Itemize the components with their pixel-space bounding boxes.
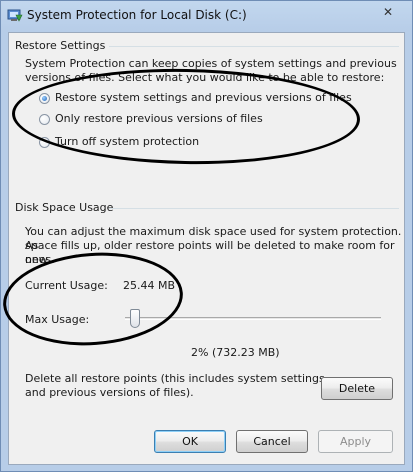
ok-button[interactable]: OK	[154, 430, 226, 453]
current-usage-value: 25.44 MB	[123, 279, 176, 292]
disk-space-description-line3: ones.	[25, 253, 55, 266]
dialog-body: Restore Settings System Protection can k…	[0, 32, 405, 465]
restore-option-system-and-files-label[interactable]: Restore system settings and previous ver…	[55, 91, 352, 105]
restore-settings-description-line1: System Protection can keep copies of sys…	[25, 57, 397, 70]
max-usage-readout: 2% (732.23 MB)	[191, 346, 280, 359]
restore-option-files-only-label[interactable]: Only restore previous versions of files	[55, 112, 263, 126]
delete-button[interactable]: Delete	[321, 377, 393, 400]
delete-description-line2: and previous versions of files).	[25, 386, 194, 399]
apply-button[interactable]: Apply	[318, 430, 393, 453]
disk-space-divider	[109, 208, 399, 209]
disk-space-heading: Disk Space Usage	[15, 201, 114, 214]
restore-option-files-only-radio[interactable]	[39, 114, 50, 125]
delete-description-line1: Delete all restore points (this includes…	[25, 372, 325, 385]
restore-option-turn-off-radio[interactable]	[39, 137, 50, 148]
disk-space-description-line2: space fills up, older restore points wil…	[25, 239, 395, 266]
cancel-button[interactable]: Cancel	[236, 430, 308, 453]
system-protection-icon	[7, 9, 23, 22]
max-usage-slider-track[interactable]	[125, 317, 381, 320]
restore-settings-description-line2: versions of files. Select what you would…	[25, 71, 385, 84]
system-protection-dialog: System Protection for Local Disk (C:) ✕ …	[0, 0, 413, 472]
restore-settings-divider	[109, 46, 399, 47]
close-button[interactable]: ✕	[378, 4, 398, 20]
restore-option-system-and-files-radio[interactable]	[39, 93, 50, 104]
restore-settings-heading: Restore Settings	[15, 39, 106, 52]
max-usage-label: Max Usage:	[25, 313, 90, 326]
current-usage-label: Current Usage:	[25, 279, 108, 292]
title-bar[interactable]: System Protection for Local Disk (C:) ✕	[1, 1, 412, 31]
window-title: System Protection for Local Disk (C:)	[27, 8, 247, 22]
max-usage-slider-thumb[interactable]	[130, 309, 140, 328]
restore-option-turn-off-label[interactable]: Turn off system protection	[55, 135, 199, 149]
